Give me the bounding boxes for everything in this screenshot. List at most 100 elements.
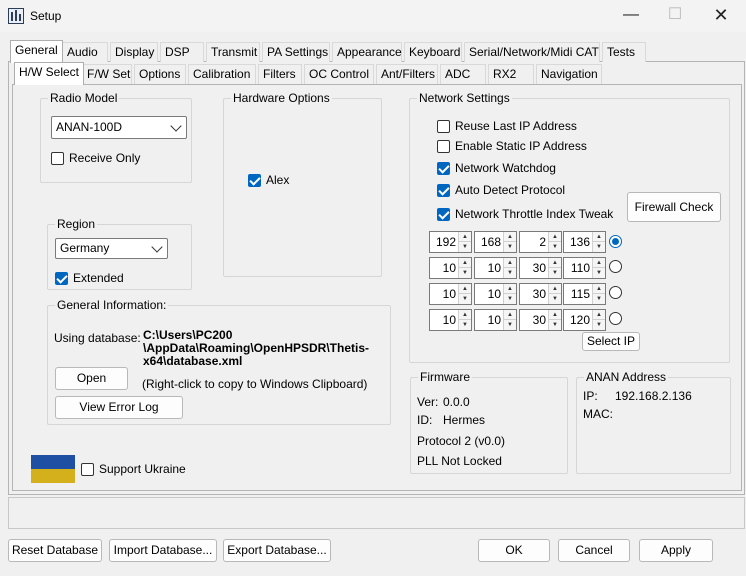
spin-down-icon[interactable]: ▼ <box>504 320 516 330</box>
tab-dsp[interactable]: DSP <box>160 42 204 62</box>
spin-down-icon[interactable]: ▼ <box>549 320 561 330</box>
spin-down-icon[interactable]: ▼ <box>549 294 561 304</box>
ip-octet-spinner[interactable]: 10 ▲ ▼ <box>429 309 472 331</box>
tab-calibration[interactable]: Calibration <box>188 64 256 84</box>
ip-octet-spinner[interactable]: 30 ▲ ▼ <box>519 257 562 279</box>
throttle-tweak-checkbox[interactable]: Network Throttle Index Tweak <box>437 207 613 221</box>
ip-octet-spinner[interactable]: 115 ▲ ▼ <box>563 283 606 305</box>
spin-down-icon[interactable]: ▼ <box>593 294 605 304</box>
chevron-down-icon <box>170 120 182 132</box>
ip-select-radio-1[interactable] <box>609 235 622 248</box>
select-ip-button[interactable]: Select IP <box>582 332 640 351</box>
ip-octet-spinner[interactable]: 10 ▲ ▼ <box>474 309 517 331</box>
spin-up-icon[interactable]: ▲ <box>459 258 471 268</box>
spin-down-icon[interactable]: ▼ <box>504 242 516 252</box>
tab-navigation[interactable]: Navigation <box>536 64 602 84</box>
spin-down-icon[interactable]: ▼ <box>459 320 471 330</box>
spin-up-icon[interactable]: ▲ <box>593 310 605 320</box>
firewall-check-button[interactable]: Firewall Check <box>627 192 721 222</box>
spin-up-icon[interactable]: ▲ <box>549 284 561 294</box>
spin-down-icon[interactable]: ▼ <box>593 268 605 278</box>
spin-up-icon[interactable]: ▲ <box>459 284 471 294</box>
spin-up-icon[interactable]: ▲ <box>504 258 516 268</box>
tab-rx2[interactable]: RX2 <box>488 64 534 84</box>
ip-select-radio-3[interactable] <box>609 286 622 299</box>
tab-transmit[interactable]: Transmit <box>206 42 260 62</box>
spin-up-icon[interactable]: ▲ <box>549 232 561 242</box>
enable-static-ip-checkbox[interactable]: Enable Static IP Address <box>437 139 587 153</box>
firmware-ver-label: Ver: <box>417 395 439 409</box>
tab-pa-settings[interactable]: PA Settings <box>262 42 330 62</box>
tab-audio[interactable]: Audio <box>62 42 108 62</box>
tab-oc-control[interactable]: OC Control <box>304 64 374 84</box>
import-database-button[interactable]: Import Database... <box>109 539 217 562</box>
spin-up-icon[interactable]: ▲ <box>504 232 516 242</box>
network-settings-title: Network Settings <box>417 91 512 105</box>
spin-up-icon[interactable]: ▲ <box>593 232 605 242</box>
tab-display[interactable]: Display <box>110 42 158 62</box>
ip-select-radio-4[interactable] <box>609 312 622 325</box>
tab-general[interactable]: General <box>10 40 63 63</box>
spin-down-icon[interactable]: ▼ <box>593 242 605 252</box>
ip-octet-spinner[interactable]: 10 ▲ ▼ <box>474 283 517 305</box>
ip-octet-spinner[interactable]: 30 ▲ ▼ <box>519 309 562 331</box>
spin-down-icon[interactable]: ▼ <box>549 268 561 278</box>
spin-up-icon[interactable]: ▲ <box>593 284 605 294</box>
tab-ant-filters[interactable]: Ant/Filters <box>376 64 438 84</box>
spin-down-icon[interactable]: ▼ <box>549 242 561 252</box>
spin-down-icon[interactable]: ▼ <box>593 320 605 330</box>
tab-hw-select[interactable]: H/W Select <box>14 62 85 85</box>
tab-tests[interactable]: Tests <box>602 42 646 62</box>
spin-up-icon[interactable]: ▲ <box>549 258 561 268</box>
view-error-log-button[interactable]: View Error Log <box>55 396 183 419</box>
alex-checkbox[interactable]: Alex <box>248 173 289 187</box>
close-button[interactable]: ✕ <box>698 0 744 32</box>
spin-up-icon[interactable]: ▲ <box>593 258 605 268</box>
spin-up-icon[interactable]: ▲ <box>459 232 471 242</box>
spin-up-icon[interactable]: ▲ <box>504 284 516 294</box>
tab-appearance[interactable]: Appearance <box>332 42 402 62</box>
extended-checkbox[interactable]: Extended <box>55 271 124 285</box>
tab-adc[interactable]: ADC <box>440 64 486 84</box>
spin-down-icon[interactable]: ▼ <box>504 294 516 304</box>
reuse-last-ip-checkbox[interactable]: Reuse Last IP Address <box>437 119 577 133</box>
tab-fw-set[interactable]: F/W Set <box>82 64 132 84</box>
ip-octet-spinner[interactable]: 30 ▲ ▼ <box>519 283 562 305</box>
maximize-button[interactable]: ☐ <box>652 0 698 32</box>
reset-database-button[interactable]: Reset Database <box>8 539 102 562</box>
ip-octet-spinner[interactable]: 110 ▲ ▼ <box>563 257 606 279</box>
region-select[interactable]: Germany <box>55 238 168 259</box>
ip-octet-spinner[interactable]: 120 ▲ ▼ <box>563 309 606 331</box>
tab-options[interactable]: Options <box>134 64 186 84</box>
spin-up-icon[interactable]: ▲ <box>459 310 471 320</box>
ip-octet-spinner[interactable]: 136 ▲ ▼ <box>563 231 606 253</box>
ok-button[interactable]: OK <box>478 539 550 562</box>
open-button[interactable]: Open <box>55 367 128 390</box>
spin-down-icon[interactable]: ▼ <box>459 268 471 278</box>
apply-button[interactable]: Apply <box>639 539 713 562</box>
ip-octet-spinner[interactable]: 10 ▲ ▼ <box>429 283 472 305</box>
ip-octet-spinner[interactable]: 2 ▲ ▼ <box>519 231 562 253</box>
ip-octet-spinner[interactable]: 10 ▲ ▼ <box>429 257 472 279</box>
throttle-tweak-label: Network Throttle Index Tweak <box>455 207 614 221</box>
export-database-button[interactable]: Export Database... <box>223 539 331 562</box>
spin-down-icon[interactable]: ▼ <box>459 294 471 304</box>
spin-up-icon[interactable]: ▲ <box>504 310 516 320</box>
ip-octet-spinner[interactable]: 192 ▲ ▼ <box>429 231 472 253</box>
tab-filters[interactable]: Filters <box>258 64 302 84</box>
auto-detect-protocol-checkbox[interactable]: Auto Detect Protocol <box>437 183 565 197</box>
radio-model-select[interactable]: ANAN-100D <box>51 116 187 139</box>
spin-up-icon[interactable]: ▲ <box>549 310 561 320</box>
ip-octet-spinner[interactable]: 168 ▲ ▼ <box>474 231 517 253</box>
ip-octet-spinner[interactable]: 10 ▲ ▼ <box>474 257 517 279</box>
support-ukraine-checkbox[interactable]: Support Ukraine <box>81 462 186 476</box>
ip-select-radio-2[interactable] <box>609 260 622 273</box>
cancel-button[interactable]: Cancel <box>558 539 630 562</box>
network-watchdog-checkbox[interactable]: Network Watchdog <box>437 161 556 175</box>
spin-down-icon[interactable]: ▼ <box>504 268 516 278</box>
tab-keyboard[interactable]: Keyboard <box>404 42 462 62</box>
minimize-button[interactable]: — <box>608 0 654 32</box>
spin-down-icon[interactable]: ▼ <box>459 242 471 252</box>
tab-serial-network-midi-cat[interactable]: Serial/Network/Midi CAT <box>464 42 600 62</box>
receive-only-checkbox[interactable]: Receive Only <box>51 151 140 165</box>
